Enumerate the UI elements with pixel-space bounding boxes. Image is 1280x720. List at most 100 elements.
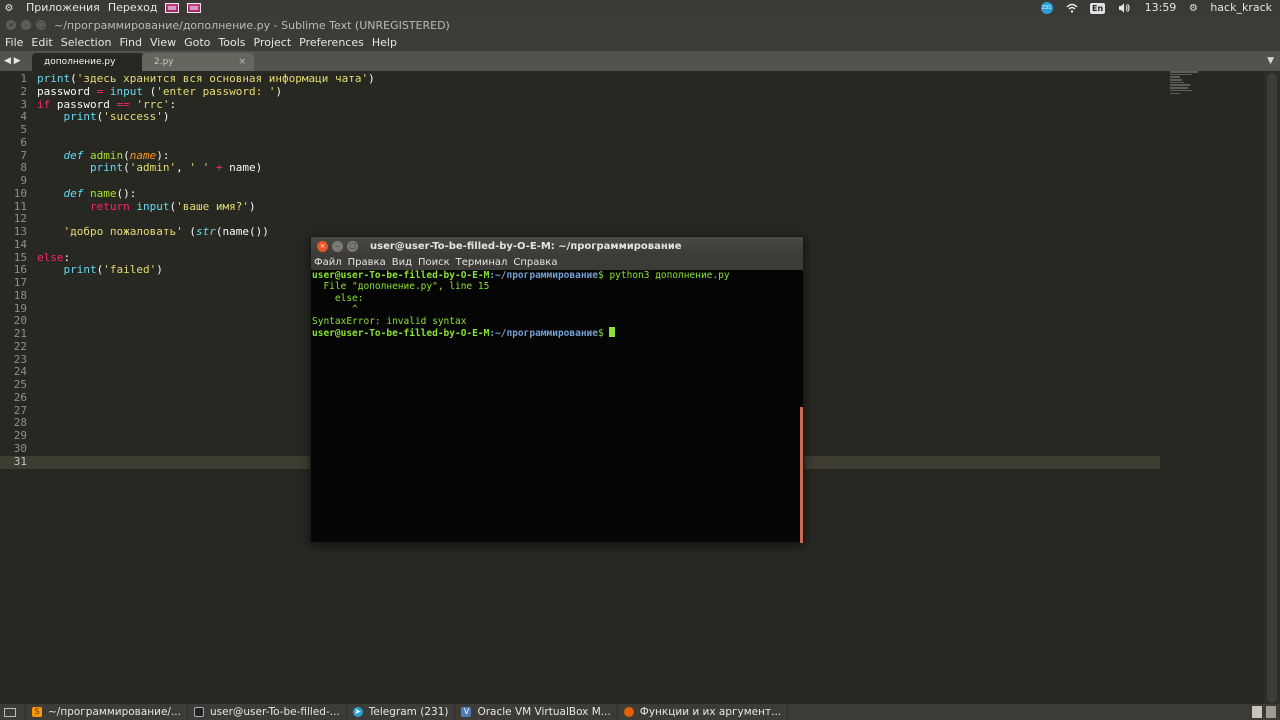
prompt-path: :~/программирование xyxy=(489,327,598,339)
prompt-user: user@user-To-be-filled-by-O-E-M xyxy=(312,327,490,339)
applications-menu[interactable]: Приложения xyxy=(22,0,104,16)
menu-tools[interactable]: Tools xyxy=(214,34,249,51)
code-line: if password == 'rrc': xyxy=(37,97,177,111)
terminal-scroll-indicator[interactable] xyxy=(800,407,803,543)
launcher-icon[interactable] xyxy=(187,3,202,13)
terminal-menu-help[interactable]: Справка xyxy=(510,257,560,268)
taskbar-show-desktop[interactable] xyxy=(0,704,26,720)
menu-view[interactable]: View xyxy=(146,34,180,51)
taskbar-item-virtualbox[interactable]: V Oracle VM VirtualBox M... xyxy=(455,704,618,720)
volume-icon[interactable] xyxy=(1117,2,1131,14)
settings-gear-icon[interactable]: ⚙ xyxy=(2,2,16,14)
terminal-output[interactable]: user@user-To-be-filled-by-O-E-M:~/програ… xyxy=(311,270,803,542)
code-line: print('admin', ' ' + name) xyxy=(89,161,263,175)
line-number: 10 xyxy=(13,186,27,200)
menu-find[interactable]: Find xyxy=(115,34,146,51)
terminal-close-button[interactable]: × xyxy=(317,240,328,252)
line-number: 17 xyxy=(13,276,27,289)
terminal-menu-terminal[interactable]: Терминал xyxy=(453,257,511,268)
scrollbar-thumb[interactable] xyxy=(1267,73,1277,703)
window-titlebar[interactable]: × – □ ~/программирование/дополнение.py -… xyxy=(0,16,1280,34)
code-line: return input('ваше имя?') xyxy=(89,199,256,213)
telegram-tray-badge: 231 xyxy=(1041,5,1052,11)
launcher-icon[interactable] xyxy=(165,3,180,13)
workspace-switcher-icon[interactable] xyxy=(1252,706,1262,718)
prompt-user: user@user-To-be-filled-by-O-E-M xyxy=(312,270,490,281)
terminal-titlebar[interactable]: × – □ user@user-To-be-filled-by-O-E-M: ~… xyxy=(311,237,803,255)
line-number: 29 xyxy=(13,429,27,442)
tab-2py[interactable]: 2.py × xyxy=(142,53,254,71)
terminal-output-line: ^ xyxy=(312,304,358,316)
terminal-menu-bar: Файл Правка Вид Поиск Терминал Справка xyxy=(311,255,803,270)
maximize-window-button[interactable]: □ xyxy=(36,20,46,30)
sublime-icon: S xyxy=(32,707,42,717)
terminal-maximize-button[interactable]: □ xyxy=(347,240,358,252)
taskbar-item-firefox[interactable]: Функции и их аргумент... xyxy=(618,704,789,720)
terminal-window[interactable]: × – □ user@user-To-be-filled-by-O-E-M: ~… xyxy=(310,236,804,543)
taskbar-item-label: Telegram (231) xyxy=(368,706,449,718)
terminal-title: user@user-To-be-filled-by-O-E-M: ~/прогр… xyxy=(370,240,682,252)
window-title: ~/программирование/дополнение.py - Subli… xyxy=(54,18,450,32)
terminal-command: python3 дополнение.py xyxy=(603,270,730,281)
tab-nav-arrows-icon[interactable]: ◀ ▶ xyxy=(4,51,21,71)
line-number: 6 xyxy=(20,135,27,149)
taskbar-item-label: Oracle VM VirtualBox M... xyxy=(477,706,611,718)
menu-selection[interactable]: Selection xyxy=(57,34,116,51)
taskbar-item-terminal[interactable]: user@user-To-be-filled-... xyxy=(188,704,347,720)
keyboard-layout-indicator[interactable]: En xyxy=(1090,2,1106,14)
menu-bar: File Edit Selection Find View Goto Tools… xyxy=(0,34,1280,51)
editor-scrollbar[interactable] xyxy=(1264,71,1280,704)
trash-icon[interactable] xyxy=(1266,706,1276,718)
menu-help[interactable]: Help xyxy=(368,34,401,51)
tab-dopolnenie[interactable]: дополнение.py xyxy=(32,53,144,71)
prompt-path: :~/программирование xyxy=(489,270,598,281)
menu-project[interactable]: Project xyxy=(250,34,296,51)
taskbar-item-label: user@user-To-be-filled-... xyxy=(209,706,340,718)
terminal-cursor xyxy=(609,326,616,337)
close-icon[interactable]: × xyxy=(238,53,246,71)
places-menu[interactable]: Переход xyxy=(104,0,162,16)
keyboard-layout-label: En xyxy=(1090,2,1106,14)
wifi-icon[interactable] xyxy=(1065,2,1079,14)
menu-preferences[interactable]: Preferences xyxy=(295,34,368,51)
taskbar-item-label: Функции и их аргумент... xyxy=(639,706,782,718)
menu-file[interactable]: File xyxy=(0,34,27,51)
line-number: 13 xyxy=(13,225,27,238)
menu-goto[interactable]: Goto xyxy=(180,34,214,51)
terminal-menu-search[interactable]: Поиск xyxy=(415,257,453,268)
username-label[interactable]: hack_krack xyxy=(1206,0,1276,16)
taskbar-item-telegram[interactable]: ➤ Telegram (231) xyxy=(347,704,456,720)
telegram-icon: ➤ xyxy=(352,707,363,717)
prompt-symbol: $ xyxy=(597,327,604,339)
chevron-down-icon[interactable]: ▼ xyxy=(1267,51,1274,71)
terminal-output-line: File "дополнение.py", line 15 xyxy=(312,281,490,293)
terminal-output-line: SyntaxError: invalid syntax xyxy=(312,315,467,327)
line-number: 18 xyxy=(13,288,27,302)
clock[interactable]: 13:59 xyxy=(1141,0,1181,16)
terminal-minimize-button[interactable]: – xyxy=(332,240,343,252)
code-line: print('success') xyxy=(63,110,170,124)
virtualbox-icon: V xyxy=(461,707,472,717)
line-number: 30 xyxy=(13,441,27,455)
terminal-icon xyxy=(193,707,204,717)
taskbar-item-sublime[interactable]: S ~/программирование/... xyxy=(26,704,188,720)
tab-strip: ◀ ▶ дополнение.py 2.py × ▼ xyxy=(0,51,1280,71)
telegram-tray-icon[interactable]: 231 xyxy=(1040,2,1053,14)
terminal-menu-file[interactable]: Файл xyxy=(311,257,345,268)
minimap[interactable] xyxy=(1170,71,1200,97)
line-number: 26 xyxy=(13,390,27,404)
tab-label: дополнение.py xyxy=(44,57,116,67)
line-number: 31 xyxy=(13,454,27,468)
menu-edit[interactable]: Edit xyxy=(27,34,56,51)
minimize-window-button[interactable]: – xyxy=(21,20,31,30)
line-number: 14 xyxy=(13,237,27,251)
close-window-button[interactable]: × xyxy=(6,20,16,30)
firefox-icon xyxy=(623,707,634,717)
system-gear-icon[interactable]: ⚙ xyxy=(1186,2,1200,14)
taskbar: S ~/программирование/... user@user-To-be… xyxy=(0,704,1280,720)
terminal-menu-view[interactable]: Вид xyxy=(389,257,415,268)
terminal-menu-edit[interactable]: Правка xyxy=(345,257,389,268)
line-number-gutter: 1 2 3 4 5 6 7 8 9 10 11 12 13 14 15 16 17 18 19 20 21 22 23 24 2… xyxy=(0,72,27,468)
